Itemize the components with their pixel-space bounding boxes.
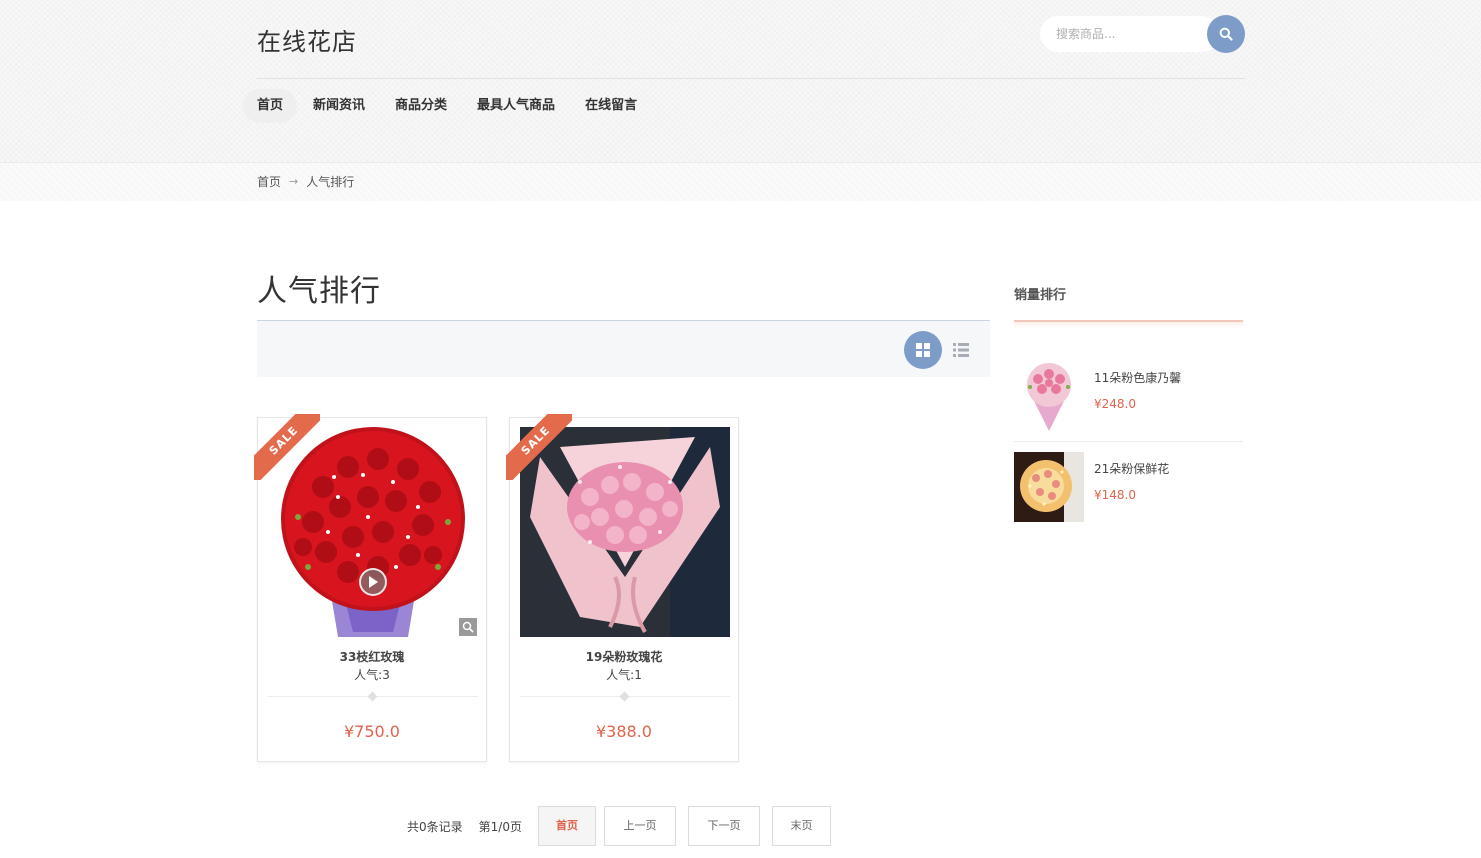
sidebar-item-price: ¥148.0	[1094, 488, 1136, 502]
sidebar-title: 销量排行	[1014, 288, 1067, 303]
divider-diamond	[619, 691, 630, 702]
header-divider	[257, 78, 1245, 79]
first-page-button[interactable]: 首页	[537, 806, 596, 846]
divider-diamond	[367, 691, 378, 702]
grid-icon	[916, 343, 930, 357]
product-card[interactable]: SALE 19朵粉玫瑰花 人气:1 ¥388.0	[506, 414, 739, 762]
view-toolbar	[257, 320, 990, 377]
pagination-total: 共0条记录	[407, 819, 463, 834]
product-popularity: 人气:3	[354, 668, 390, 682]
sidebar-item-name[interactable]: 11朵粉色康乃馨	[1094, 369, 1181, 386]
pagination: 共0条记录 第1/0页 首页 上一页 下一页 末页	[407, 806, 839, 846]
sidebar-separator	[1014, 441, 1243, 442]
site-logo[interactable]: 在线花店	[257, 22, 357, 57]
sidebar-item[interactable]: 11朵粉色康乃馨 ¥248.0	[1014, 361, 1243, 441]
arrow-right-icon: →	[289, 175, 299, 188]
product-popularity: 人气:1	[606, 668, 642, 682]
nav-item-popular[interactable]: 最具人气商品	[463, 89, 569, 123]
nav-item-news[interactable]: 新闻资讯	[299, 89, 379, 123]
sale-ribbon: SALE	[254, 414, 320, 480]
zoom-icon[interactable]	[459, 618, 477, 636]
search-button[interactable]	[1207, 15, 1245, 53]
product-price: ¥750.0	[344, 722, 400, 741]
list-icon	[953, 343, 969, 357]
list-view-button[interactable]	[950, 339, 972, 361]
sidebar-item-thumbnail[interactable]	[1014, 361, 1084, 431]
product-price: ¥388.0	[596, 722, 652, 741]
search-icon	[1219, 27, 1233, 41]
breadcrumb-background	[0, 163, 1481, 201]
search-input[interactable]	[1040, 16, 1220, 52]
header-background	[0, 0, 1481, 163]
breadcrumb: 首页 → 人气排行	[257, 173, 354, 190]
last-page-button[interactable]: 末页	[771, 806, 831, 846]
sidebar-item-thumbnail[interactable]	[1014, 452, 1084, 522]
sidebar-item[interactable]: 21朵粉保鲜花 ¥148.0	[1014, 452, 1243, 532]
sale-ribbon: SALE	[506, 414, 572, 480]
product-name[interactable]: 19朵粉玫瑰花	[510, 648, 738, 665]
main-nav: 首页 新闻资讯 商品分类 最具人气商品 在线留言	[243, 89, 653, 123]
nav-item-categories[interactable]: 商品分类	[381, 89, 461, 123]
product-card[interactable]: SALE 33枝红玫瑰 人气:3 ¥750.0	[254, 414, 487, 762]
search-box	[1040, 15, 1246, 53]
pagination-page: 第1/0页	[478, 819, 522, 834]
sidebar-divider	[1014, 320, 1243, 328]
product-name[interactable]: 33枝红玫瑰	[258, 648, 486, 665]
page-title: 人气排行	[257, 274, 381, 309]
nav-item-home[interactable]: 首页	[243, 89, 298, 123]
sidebar-item-name[interactable]: 21朵粉保鲜花	[1094, 460, 1169, 477]
next-page-button[interactable]: 下一页	[687, 806, 760, 846]
nav-item-messages[interactable]: 在线留言	[571, 89, 651, 123]
breadcrumb-current: 人气排行	[306, 175, 355, 189]
play-icon[interactable]	[359, 568, 387, 596]
sidebar-item-price: ¥248.0	[1094, 397, 1136, 411]
breadcrumb-home[interactable]: 首页	[257, 173, 281, 190]
prev-page-button[interactable]: 上一页	[603, 806, 676, 846]
grid-view-button[interactable]	[904, 331, 942, 369]
